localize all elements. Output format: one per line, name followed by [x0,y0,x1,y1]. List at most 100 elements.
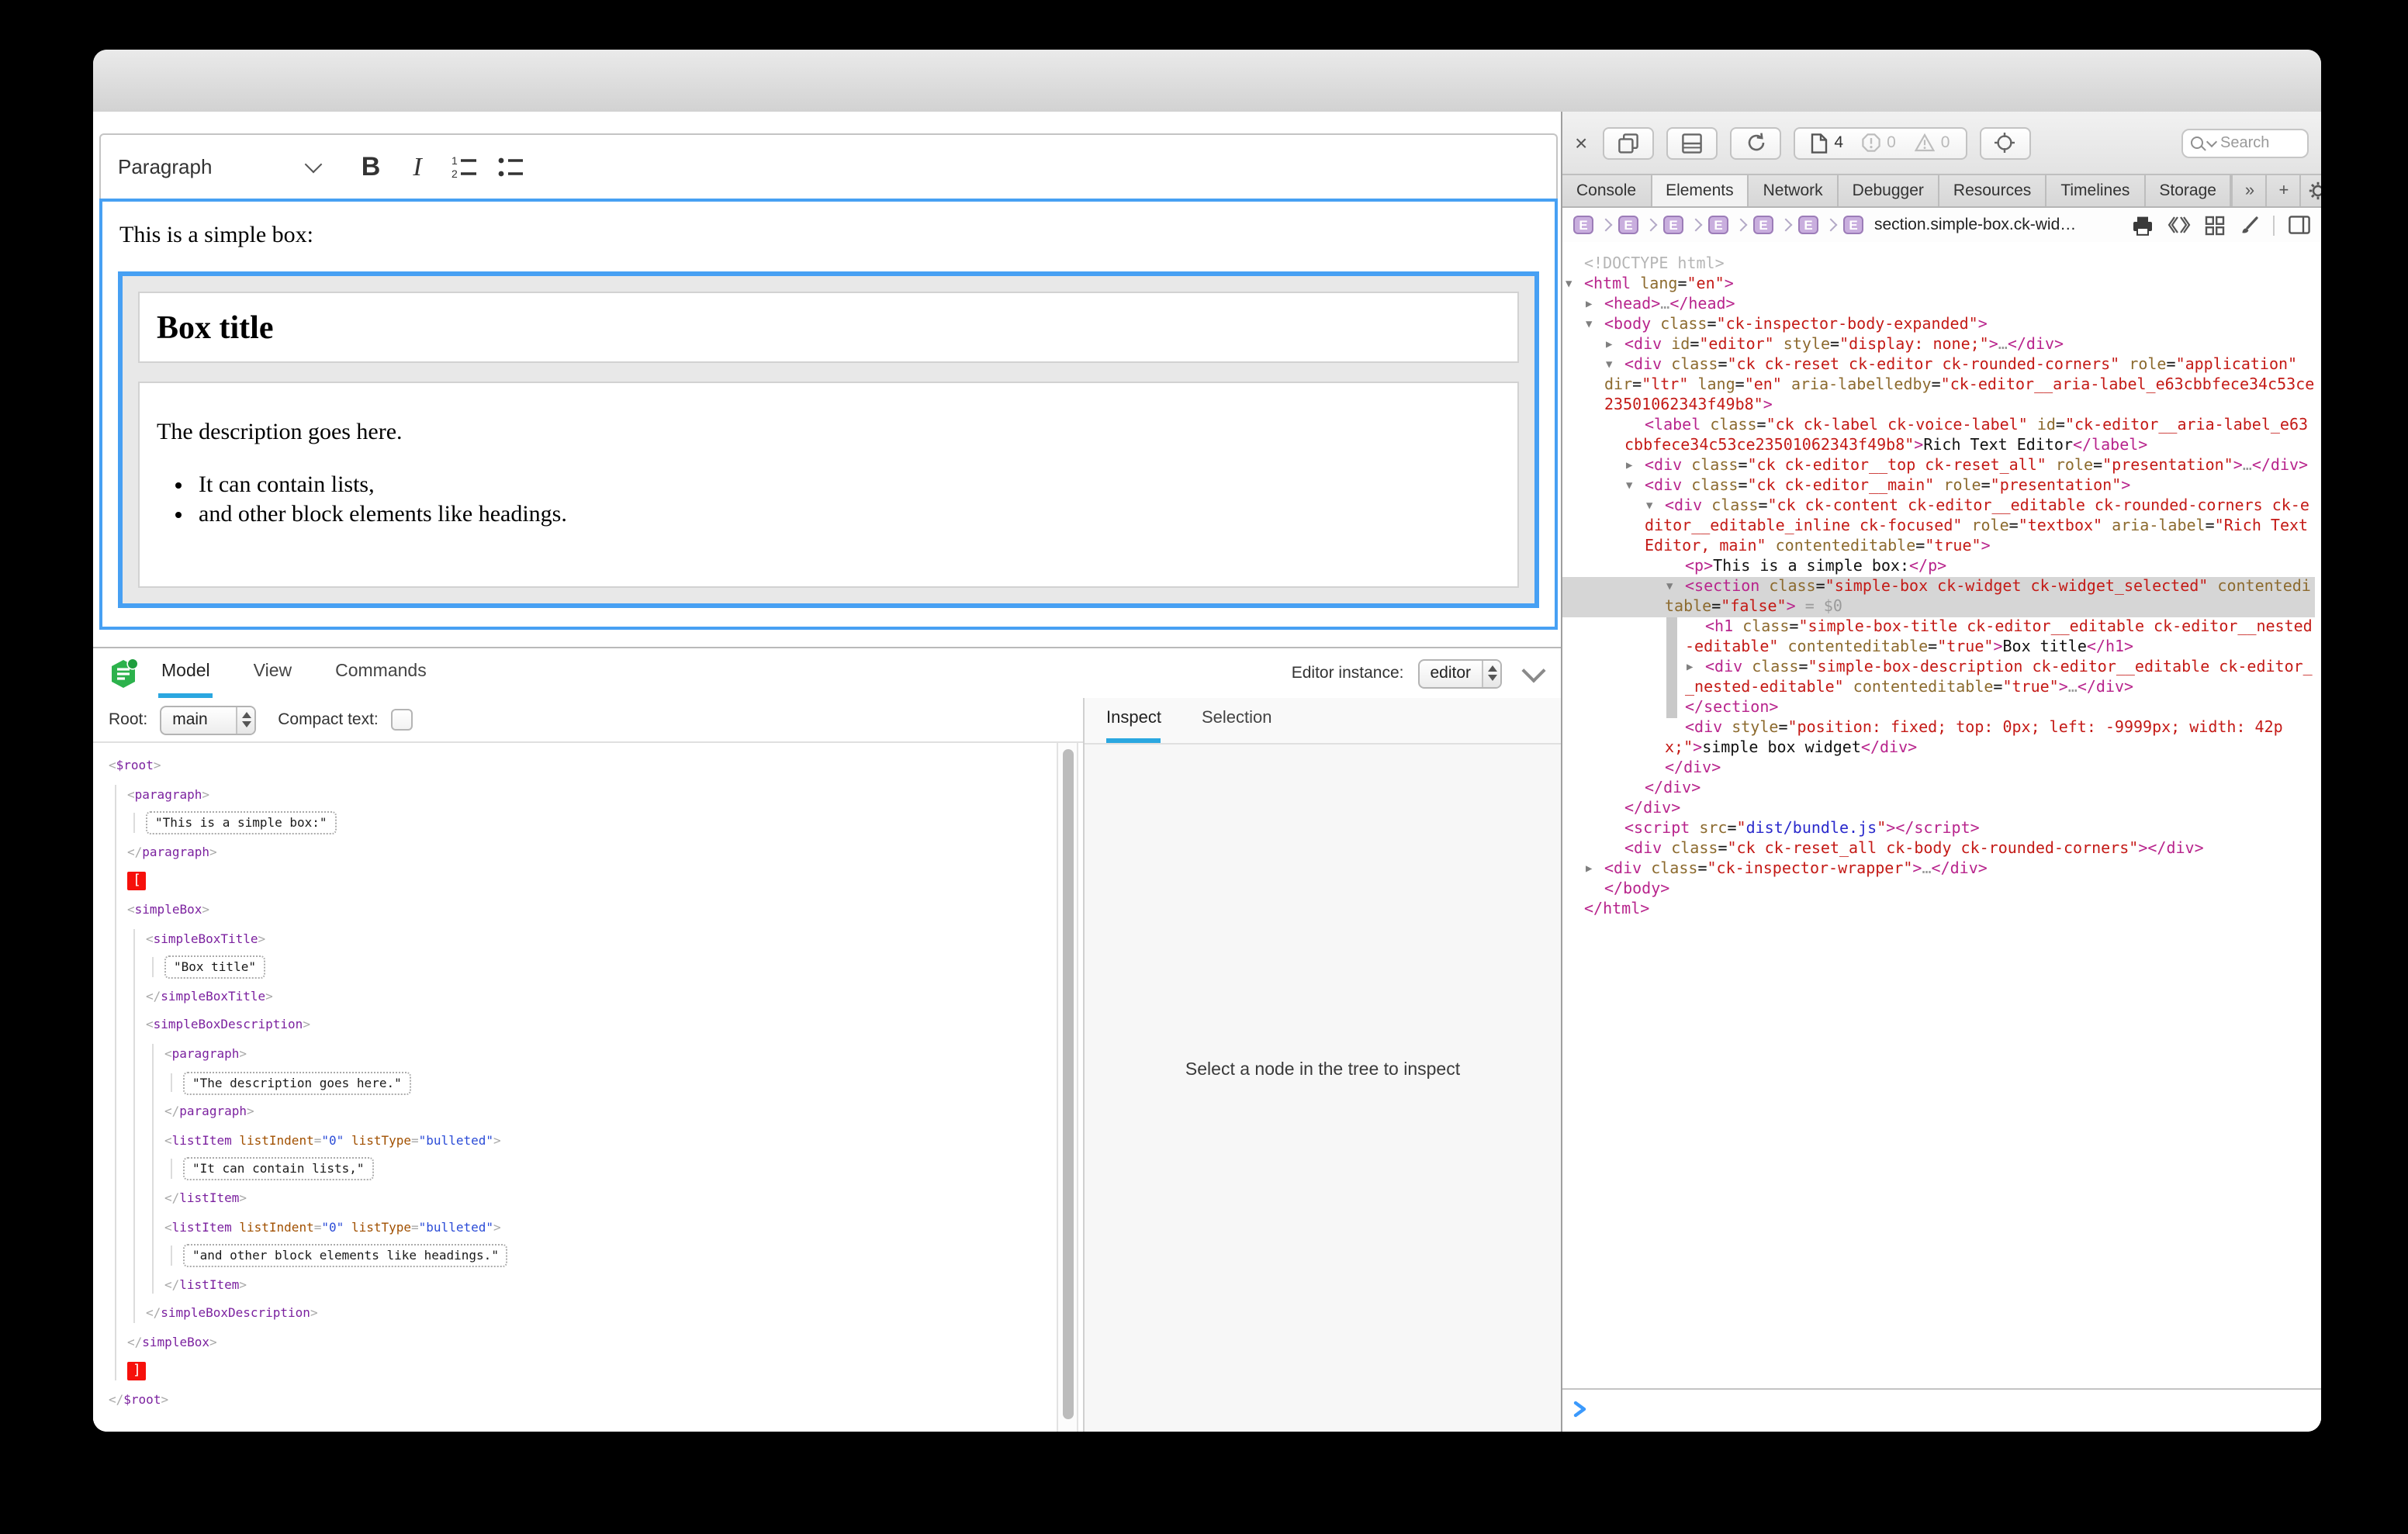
model-tree-line[interactable]: "The description goes here." [93,1069,1083,1098]
editor-paragraph[interactable]: This is a simple box: [119,223,1541,250]
collapse-node-icon[interactable]: ▼ [1606,355,1624,375]
model-tree-line[interactable]: </$root> [93,1387,1083,1415]
devtools-tab-debugger[interactable]: Debugger [1839,175,1939,206]
expand-node-icon[interactable]: ▶ [1586,859,1604,879]
scrollbar-thumb[interactable] [1063,749,1074,1419]
dom-tree-node[interactable]: </div> [1562,779,2315,799]
breadcrumb-element-badge[interactable]: E [1753,216,1773,234]
expand-node-icon[interactable]: ▶ [1586,295,1604,315]
devtools-tab-console[interactable]: Console [1562,175,1652,206]
dom-tree-node[interactable]: ▼<html lang="en"> [1562,275,2315,295]
model-tree-line[interactable]: "This is a simple box:" [93,810,1083,838]
dom-tree-node[interactable]: ▶<div class="ck-inspector-wrapper">…</di… [1562,859,2315,879]
editor-instance-select[interactable]: editor [1417,658,1502,688]
model-tree-line[interactable]: </listItem> [93,1185,1083,1214]
dom-tree-node[interactable]: </body> [1562,879,2315,900]
model-tree-line[interactable]: </listItem> [93,1271,1083,1300]
collapse-node-icon[interactable]: ▼ [1566,275,1584,295]
dom-tree-node[interactable]: </html> [1562,900,2315,920]
expand-node-icon[interactable]: ▶ [1606,335,1624,355]
bulleted-list-button[interactable] [487,143,534,190]
compact-text-checkbox[interactable] [391,709,413,731]
expand-node-icon[interactable]: ▶ [1626,456,1645,476]
devtools-tab-elements[interactable]: Elements [1652,175,1749,206]
devtools-tab-timelines[interactable]: Timelines [2046,175,2145,206]
numbered-list-button[interactable]: 12 [441,143,487,190]
model-tree-line[interactable]: ] [93,1358,1083,1387]
side-tab-inspect[interactable]: Inspect [1106,698,1161,743]
model-tree-line[interactable]: </paragraph> [93,839,1083,868]
element-picker-button[interactable] [1979,126,2030,159]
collapse-node-icon[interactable]: ▼ [1626,476,1645,496]
dom-tree-node[interactable]: <div class="ck ck-reset_all ck-body ck-r… [1562,839,2315,859]
reload-page-button[interactable] [1730,126,1781,159]
dom-tree-node[interactable]: <label class="ck ck-label ck-voice-label… [1562,416,2315,456]
bold-button[interactable]: B [348,143,394,190]
close-devtools-button[interactable]: × [1575,130,1587,155]
inspector-tab-view[interactable]: View [251,648,295,698]
dom-tree-node[interactable]: </div> [1562,799,2315,819]
expand-node-icon[interactable]: ▶ [1687,658,1705,678]
model-tree-line[interactable]: <paragraph> [93,781,1083,810]
inspector-tab-commands[interactable]: Commands [332,648,430,698]
breadcrumb-element-badge[interactable]: E [1798,216,1818,234]
model-tree-line[interactable]: <listItem listIndent="0" listType="bulle… [93,1214,1083,1242]
styles-brush-button[interactable] [2239,215,2259,235]
print-styles-button[interactable] [2132,215,2154,235]
devtools-tab-network[interactable]: Network [1749,175,1839,206]
console-prompt[interactable] [1562,1388,2321,1432]
model-tree-line[interactable]: <simpleBoxDescription> [93,1012,1083,1041]
devtools-tab-storage[interactable]: Storage [2145,175,2232,206]
model-tree-line[interactable]: <paragraph> [93,1041,1083,1069]
dom-tree-node[interactable]: ▼<body class="ck-inspector-body-expanded… [1562,315,2315,335]
breadcrumb-element-badge[interactable]: E [1843,216,1863,234]
tree-scrollbar[interactable] [1057,743,1078,1432]
duplicate-tab-button[interactable] [1603,126,1654,159]
dom-tree-node[interactable]: <p>This is a simple box:</p> [1562,557,2315,577]
breadcrumb-element-badge[interactable]: E [1618,216,1638,234]
issues-summary-group[interactable]: 4 0 0 [1794,126,1967,159]
model-tree-line[interactable]: </simpleBox> [93,1329,1083,1358]
devtools-search-field[interactable]: Search [2181,128,2309,157]
collapse-node-icon[interactable]: ▼ [1646,496,1665,517]
simple-box-title-field[interactable]: Box title [138,292,1519,363]
model-tree-line[interactable]: [ [93,868,1083,897]
breadcrumb-element-badge[interactable]: E [1708,216,1728,234]
dom-tree-node[interactable]: ▼<section class="simple-box ck-widget ck… [1562,577,2315,617]
collapse-inspector-icon[interactable] [1521,658,1545,682]
model-tree-line[interactable]: </paragraph> [93,1098,1083,1127]
dom-tree-node[interactable]: ▶<head>…</head> [1562,295,2315,315]
dom-tree-node[interactable]: ▶<div id="editor" style="display: none;"… [1562,335,2315,355]
show-source-code-button[interactable] [2168,216,2191,234]
dom-tree-node[interactable]: <!DOCTYPE html> [1562,254,2315,275]
dom-tree-node[interactable]: ▼<div class="ck ck-reset ck-editor ck-ro… [1562,355,2315,416]
collapse-node-icon[interactable]: ▼ [1586,315,1604,335]
model-tree-line[interactable]: <$root> [93,752,1083,781]
model-tree-line[interactable]: <simpleBoxTitle> [93,925,1083,954]
root-select[interactable]: main [160,705,256,734]
settings-gear-button[interactable] [2300,175,2321,206]
dom-tree-node[interactable]: ▶<div class="ck ck-editor__top ck-reset_… [1562,456,2315,476]
model-tree-line[interactable]: <listItem listIndent="0" listType="bulle… [93,1127,1083,1156]
model-tree-line[interactable]: "and other block elements like headings.… [93,1242,1083,1271]
dom-tree-node[interactable]: <div style="position: fixed; top: 0px; l… [1562,718,2315,758]
devtools-tab-resources[interactable]: Resources [1939,175,2046,206]
model-tree-line[interactable]: "Box title" [93,954,1083,983]
dom-tree-node[interactable]: <script src="dist/bundle.js"></script> [1562,819,2315,839]
model-tree-line[interactable]: </simpleBoxDescription> [93,1301,1083,1329]
tab-overflow-button[interactable]: » [2232,175,2266,206]
split-console-button[interactable] [1666,126,1718,159]
dom-tree-node[interactable]: </div> [1562,758,2315,779]
heading-dropdown[interactable]: Paragraph [118,155,320,178]
dom-tree-node[interactable]: ▼<div class="ck ck-editor__main" role="p… [1562,476,2315,496]
italic-button[interactable]: I [394,143,441,190]
model-tree-line[interactable]: <simpleBox> [93,897,1083,925]
dom-tree-node[interactable]: ▼<div class="ck ck-content ck-editor__ed… [1562,496,2315,557]
layout-grid-button[interactable] [2205,215,2225,235]
model-tree-line[interactable]: </simpleBoxTitle> [93,983,1083,1012]
collapse-node-icon[interactable]: ▼ [1666,577,1685,597]
add-devtools-tab-button[interactable]: + [2266,175,2300,206]
breadcrumb-selected-node[interactable]: section.simple-box.ck-wid… [1874,216,2076,234]
model-tree-line[interactable]: "It can contain lists," [93,1156,1083,1185]
side-tab-selection[interactable]: Selection [1202,698,1272,743]
